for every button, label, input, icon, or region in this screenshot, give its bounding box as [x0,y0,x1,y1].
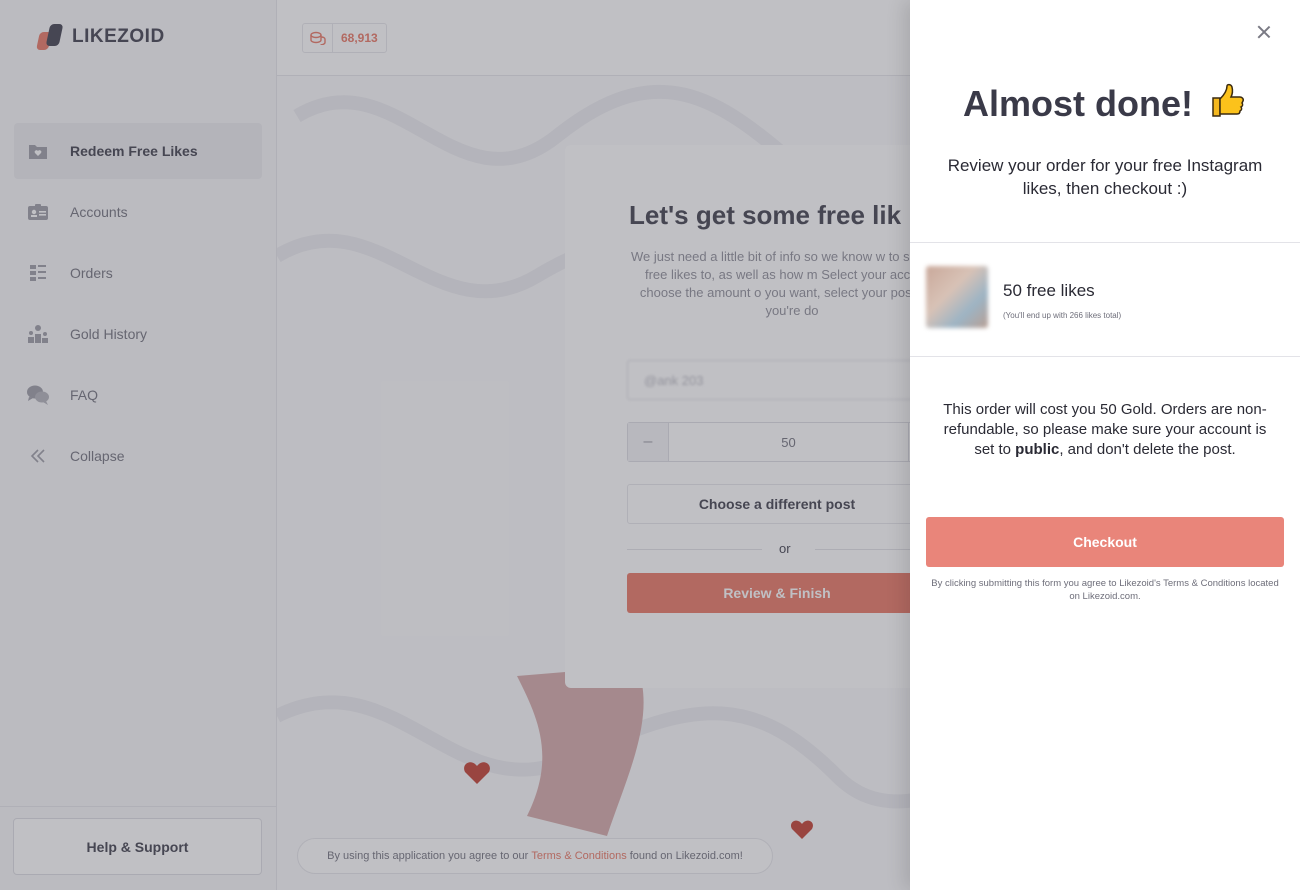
checkout-panel: Almost done! Review your order for your … [910,0,1300,890]
panel-title-text: Almost done! [962,83,1193,124]
checkout-button[interactable]: Checkout [926,517,1284,567]
panel-title: Almost done! [910,80,1300,129]
likes-total-note: (You'll end up with 266 likes total) [1003,311,1122,320]
modal-backdrop[interactable] [0,0,910,890]
divider [910,242,1300,243]
public-emphasis: public [1015,441,1060,458]
likes-amount: 50 free likes [1003,281,1095,300]
legal-notice: By clicking submitting this form you agr… [931,578,1279,602]
panel-subtitle: Review your order for your free Instagra… [947,156,1263,198]
divider [910,356,1300,357]
cost-notice: This order will cost you 50 Gold. Orders… [943,401,1267,458]
thumbs-up-icon [1207,80,1247,129]
close-icon[interactable] [1254,22,1274,42]
post-thumbnail [926,266,988,328]
